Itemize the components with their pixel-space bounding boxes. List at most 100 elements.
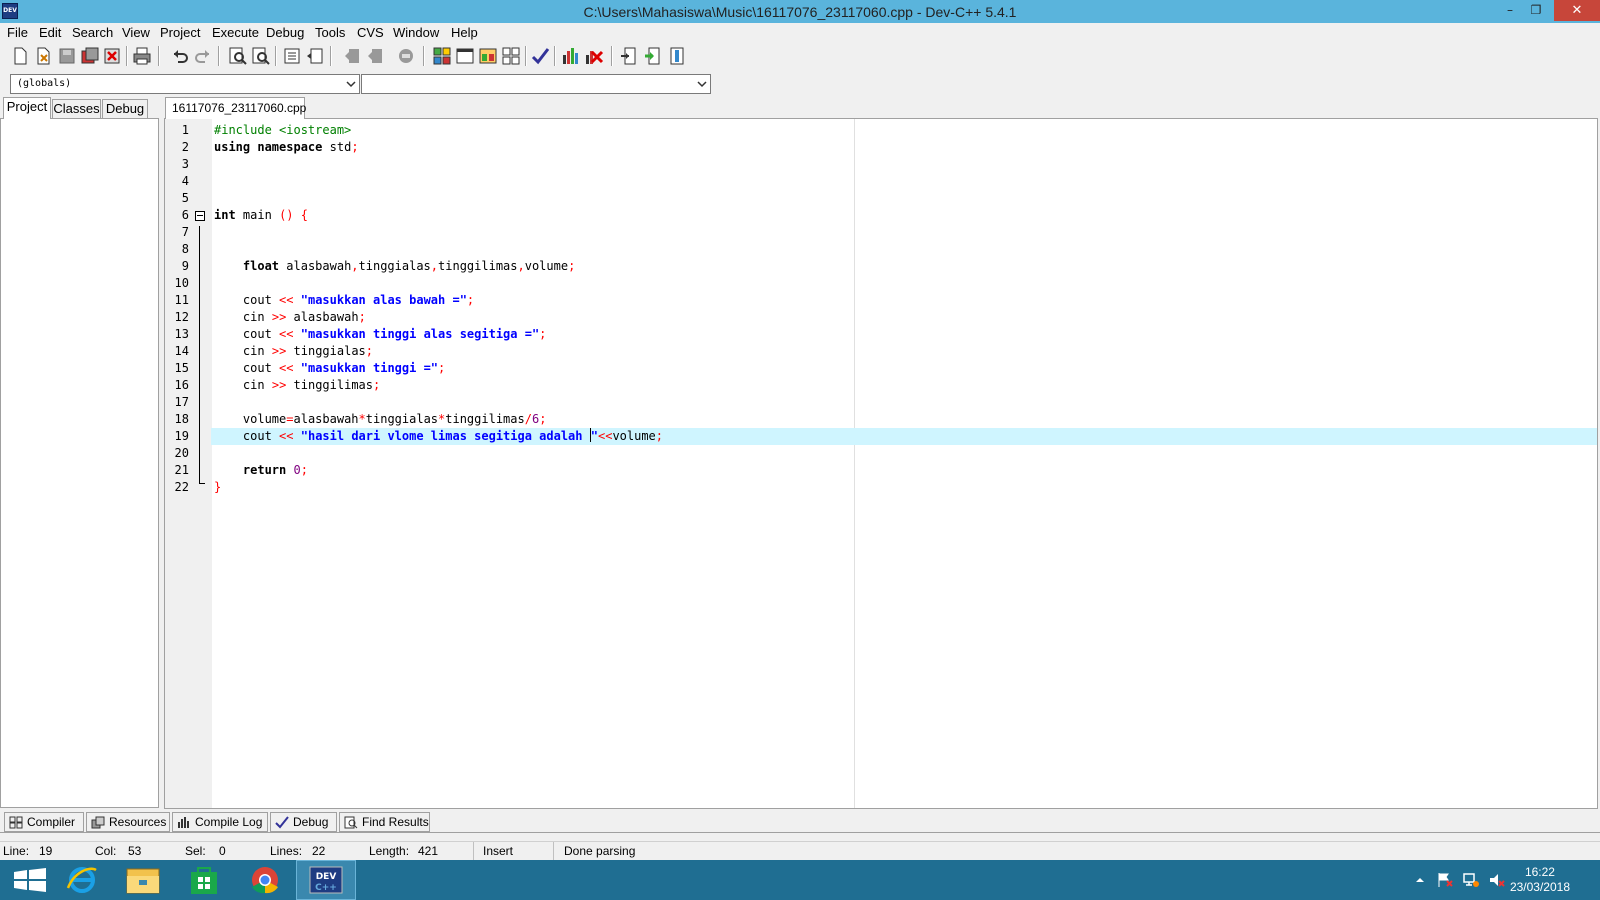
code-line[interactable]: 12 cin >> alasbawah; xyxy=(165,309,1597,326)
open-file-icon[interactable] xyxy=(33,46,53,66)
code-line[interactable]: 9 float alasbawah,tinggialas,tinggilimas… xyxy=(165,258,1597,275)
left-panel-tabs: Project Classes Debug xyxy=(0,97,160,119)
menu-tools[interactable]: Tools xyxy=(315,25,345,40)
menu-search[interactable]: Search xyxy=(72,25,113,40)
code-line[interactable]: 3 xyxy=(165,156,1597,173)
new-project-icon[interactable] xyxy=(432,46,452,66)
code-line[interactable]: 20 xyxy=(165,445,1597,462)
redo-icon[interactable] xyxy=(193,46,213,66)
replace-icon[interactable] xyxy=(251,46,271,66)
tab-classes[interactable]: Classes xyxy=(52,99,101,119)
code-line[interactable]: 1 #include <iostream> xyxy=(165,122,1597,139)
find-icon[interactable] xyxy=(228,46,248,66)
code-line[interactable]: 19 cout << "hasil dari vlome limas segit… xyxy=(165,428,1597,445)
chart-icon[interactable] xyxy=(561,46,581,66)
bookmark-icon[interactable] xyxy=(396,46,416,66)
tab-resources[interactable]: Resources xyxy=(86,812,170,832)
unindent-icon[interactable] xyxy=(305,46,325,66)
editor-file-tab[interactable]: 16117076_23117060.cpp xyxy=(165,97,306,119)
tab-compiler-label: Compiler xyxy=(27,815,76,829)
menu-edit[interactable]: Edit xyxy=(39,25,61,40)
new-file-icon[interactable] xyxy=(10,46,30,66)
menu-file[interactable]: File xyxy=(7,25,28,40)
goto-line-icon[interactable] xyxy=(619,46,639,66)
bottom-panel-splitter[interactable] xyxy=(0,832,1600,839)
code-line[interactable]: 6 int main () { xyxy=(165,207,1597,224)
menu-cvs[interactable]: CVS xyxy=(357,25,384,40)
code-line[interactable]: 2 using namespace std; xyxy=(165,139,1597,156)
minimize-button[interactable]: – xyxy=(1497,0,1523,21)
save-all-icon[interactable] xyxy=(80,46,100,66)
code-line[interactable]: 7 xyxy=(165,224,1597,241)
delete-profile-icon[interactable] xyxy=(584,46,604,66)
devcpp-taskbar-button[interactable]: DEV C++ xyxy=(296,860,356,900)
internet-explorer-icon[interactable] xyxy=(52,860,112,900)
status-col-label: Col: xyxy=(95,844,117,858)
resource-icon[interactable] xyxy=(478,46,498,66)
code-line[interactable]: 14 cin >> tinggialas; xyxy=(165,343,1597,360)
tab-compile-log[interactable]: Compile Log xyxy=(172,812,268,832)
tab-project[interactable]: Project xyxy=(3,97,51,119)
code-line[interactable]: 10 xyxy=(165,275,1597,292)
code-line[interactable]: 13 cout << "masukkan tinggi alas segitig… xyxy=(165,326,1597,343)
menu-view[interactable]: View xyxy=(122,25,150,40)
code-line[interactable]: 11 cout << "masukkan alas bawah ="; xyxy=(165,292,1597,309)
check-icon[interactable] xyxy=(530,46,550,66)
project-browser-panel[interactable] xyxy=(0,118,159,808)
line-number: 8 xyxy=(181,242,189,256)
tab-compiler[interactable]: Compiler xyxy=(4,812,84,832)
status-length-label: Length: xyxy=(369,844,410,858)
code-line[interactable]: 18 volume=alasbawah*tinggialas*tinggilim… xyxy=(165,411,1597,428)
windows-store-icon[interactable] xyxy=(174,860,234,900)
system-clock[interactable]: 16:22 23/03/2018 xyxy=(1510,865,1570,895)
menu-debug[interactable]: Debug xyxy=(266,25,304,40)
close-button[interactable]: ✕ xyxy=(1554,0,1600,21)
function-dropdown[interactable] xyxy=(361,74,711,94)
code-line[interactable]: 4 xyxy=(165,173,1597,190)
tab-find-results[interactable]: Find Results xyxy=(339,812,430,832)
grid-icon[interactable] xyxy=(501,46,521,66)
code-line[interactable]: 8 xyxy=(165,241,1597,258)
code-line[interactable]: 16 cin >> tinggilimas; xyxy=(165,377,1597,394)
show-hidden-icons-icon[interactable] xyxy=(1414,874,1426,886)
file-explorer-icon[interactable] xyxy=(113,860,173,900)
menu-execute[interactable]: Execute xyxy=(212,25,259,40)
go-back-icon[interactable] xyxy=(343,46,363,66)
toolbar-separator xyxy=(158,46,160,66)
volume-muted-icon[interactable] xyxy=(1488,872,1506,888)
windows-start-icon[interactable] xyxy=(0,860,60,900)
clock-time: 16:22 xyxy=(1524,865,1555,879)
menu-help[interactable]: Help xyxy=(451,25,478,40)
window-icon[interactable] xyxy=(455,46,475,66)
action-center-flag-icon[interactable] xyxy=(1436,872,1454,888)
print-icon[interactable] xyxy=(132,46,152,66)
code-text: cin >> alasbawah; xyxy=(242,310,366,324)
network-icon[interactable] xyxy=(1462,872,1480,888)
tab-debug[interactable]: Debug xyxy=(102,99,148,119)
menu-window[interactable]: Window xyxy=(393,25,439,40)
fold-toggle-icon[interactable] xyxy=(195,211,205,221)
toolbar-separator xyxy=(126,46,128,66)
code-line[interactable]: 17 xyxy=(165,394,1597,411)
code-line[interactable]: 21 return 0; xyxy=(165,462,1597,479)
scope-dropdown[interactable]: (globals) xyxy=(10,74,360,94)
code-line[interactable]: 22} xyxy=(165,479,1597,496)
goto-marker-icon[interactable] xyxy=(643,46,663,66)
class-browser-bar: (globals) xyxy=(0,70,1600,96)
close-file-icon[interactable] xyxy=(102,46,122,66)
tab-debug-output[interactable]: Debug xyxy=(270,812,337,832)
code-editor[interactable]: 1 #include <iostream> 2 using namespace std… xyxy=(164,118,1598,809)
restore-button[interactable]: ❐ xyxy=(1523,0,1549,21)
go-forward-icon[interactable] xyxy=(366,46,386,66)
toggle-marker-icon[interactable] xyxy=(667,46,687,66)
clock-date: 23/03/2018 xyxy=(1509,880,1570,894)
status-line-label: Line: xyxy=(3,844,30,858)
code-line[interactable]: 5 xyxy=(165,190,1597,207)
status-divider xyxy=(473,842,474,860)
save-icon[interactable] xyxy=(57,46,77,66)
indent-icon[interactable] xyxy=(282,46,302,66)
menu-project[interactable]: Project xyxy=(160,25,200,40)
undo-icon[interactable] xyxy=(170,46,190,66)
code-line[interactable]: 15 cout << "masukkan tinggi ="; xyxy=(165,360,1597,377)
chrome-icon[interactable] xyxy=(235,860,295,900)
